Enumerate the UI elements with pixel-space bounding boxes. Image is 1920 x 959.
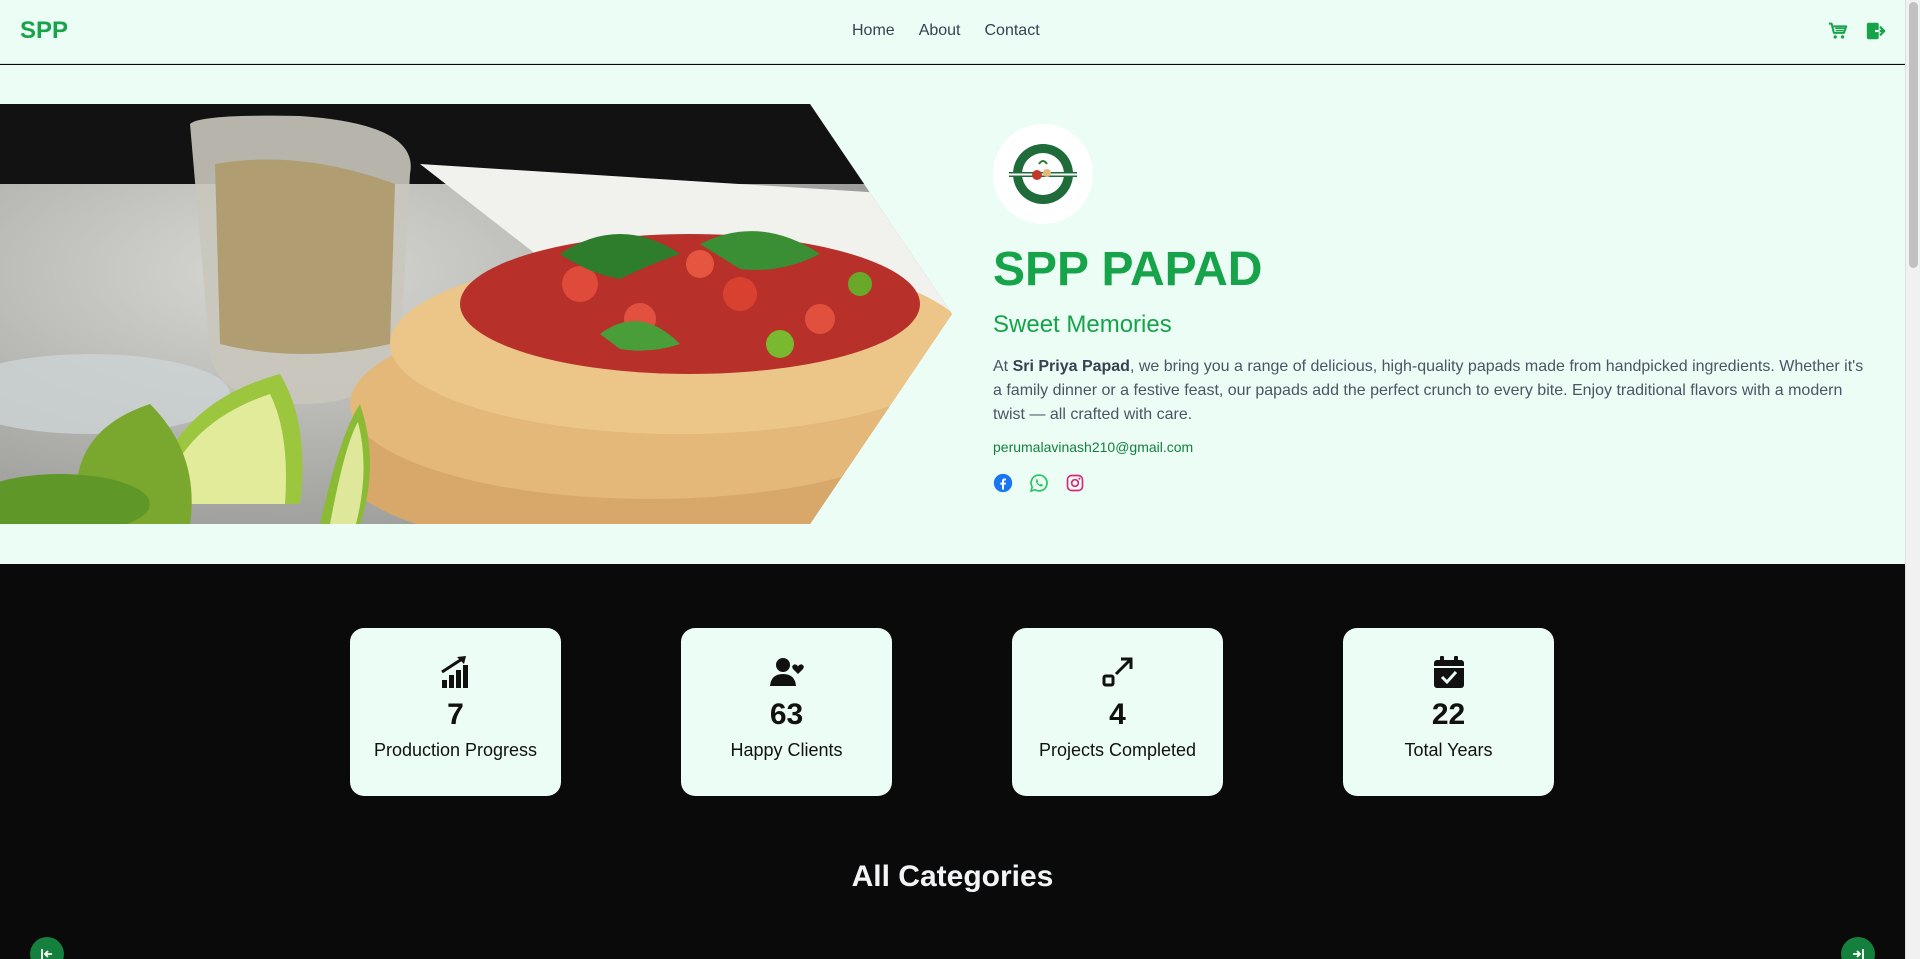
- stat-label: Production Progress: [373, 740, 538, 760]
- expand-arrow-icon: [1100, 654, 1136, 690]
- desc-brand-name: Sri Priya Papad: [1012, 357, 1130, 375]
- nav-link-home[interactable]: Home: [852, 22, 895, 40]
- calendar-check-icon: [1431, 654, 1467, 690]
- stat-label: Happy Clients: [730, 740, 843, 760]
- stat-card-production: 7 Production Progress: [350, 628, 561, 796]
- stat-label: Total Years: [1404, 740, 1493, 760]
- hero-text: SPP PAPAD Sweet Memories At Sri Priya Pa…: [993, 124, 1865, 493]
- facebook-icon[interactable]: [993, 473, 1013, 493]
- brand-logo[interactable]: SPP: [20, 17, 68, 45]
- carousel-next-button[interactable]: [1841, 937, 1875, 959]
- nav-link-contact[interactable]: Contact: [985, 22, 1040, 40]
- logout-icon[interactable]: [1865, 20, 1887, 42]
- stat-card-projects: 4 Projects Completed: [1012, 628, 1223, 796]
- nav-icons: [1827, 20, 1887, 42]
- hero-section: SPP PAPAD Sweet Memories At Sri Priya Pa…: [0, 65, 1905, 564]
- stat-value: 22: [1431, 698, 1466, 731]
- contact-email[interactable]: perumalavinash210@gmail.com: [993, 439, 1865, 455]
- chart-growth-icon: [438, 654, 474, 690]
- categories-title: All Categories: [851, 860, 1054, 893]
- cart-icon[interactable]: [1827, 20, 1849, 42]
- instagram-icon[interactable]: [1065, 473, 1085, 493]
- stat-value: 63: [769, 698, 804, 731]
- nav-link-about[interactable]: About: [919, 22, 961, 40]
- brand-logo-circle: [993, 124, 1093, 224]
- stat-card-clients: 63 Happy Clients: [681, 628, 892, 796]
- social-links: [993, 473, 1865, 493]
- desc-prefix: At: [993, 357, 1013, 375]
- hero-title: SPP PAPAD: [993, 243, 1263, 296]
- stat-value: 4: [1109, 698, 1126, 731]
- user-heart-icon: [769, 654, 805, 690]
- hero-papad-image: [0, 104, 952, 524]
- stat-value: 7: [447, 698, 464, 731]
- scrollbar-thumb[interactable]: [1909, 2, 1918, 268]
- arrow-left-to-line-icon: [41, 949, 52, 959]
- nav-links: Home About Contact: [852, 22, 1040, 40]
- whatsapp-icon[interactable]: [1029, 473, 1049, 493]
- hero-subtitle: Sweet Memories: [993, 310, 1172, 338]
- stat-label: Projects Completed: [1038, 740, 1197, 760]
- stats-row: 7 Production Progress 63 Happy Clients 4…: [350, 628, 1554, 796]
- page-scrollbar[interactable]: [1905, 0, 1920, 959]
- stat-card-years: 22 Total Years: [1343, 628, 1554, 796]
- carousel-prev-button[interactable]: [30, 937, 64, 959]
- spp-seal-logo: [1009, 144, 1077, 204]
- navbar: SPP Home About Contact: [0, 0, 1905, 64]
- hero-description: At Sri Priya Papad, we bring you a range…: [993, 355, 1865, 427]
- arrow-right-to-line-icon: [1853, 949, 1864, 959]
